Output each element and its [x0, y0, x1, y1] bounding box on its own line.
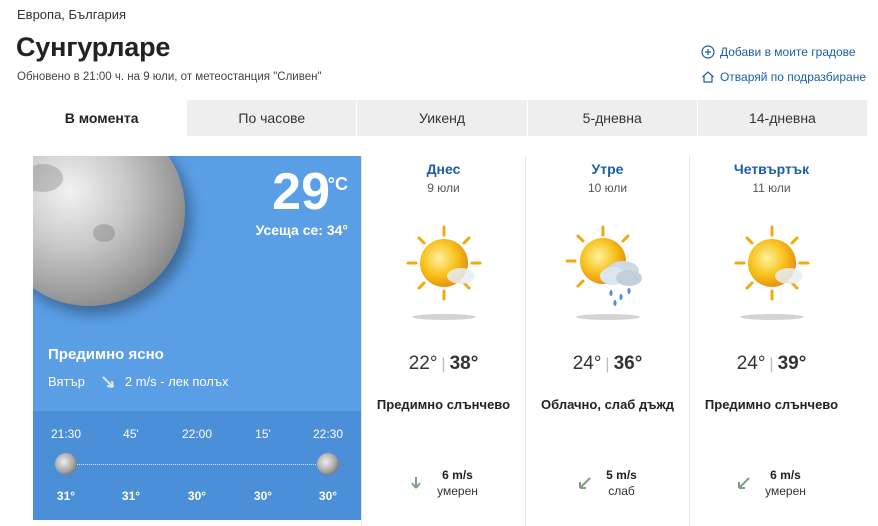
- day-date: 11 юли: [752, 181, 791, 195]
- tab-hourly[interactable]: По часове: [187, 100, 358, 136]
- wind-speed: 6 m/s: [442, 468, 473, 482]
- open-default-link[interactable]: Отваряй по подразбиране: [701, 69, 866, 84]
- sun-partly-cloudy-icon: [734, 225, 809, 320]
- day-temperatures: 24° | 39°: [736, 353, 807, 374]
- hour-time: 45': [123, 427, 139, 441]
- day-name: Четвъртък: [733, 161, 810, 177]
- day-min-temp: 24°: [572, 353, 602, 374]
- add-city-link[interactable]: Добави в моите градове: [701, 44, 866, 59]
- day-forecast-today[interactable]: Днес 9 юли 22° | 38° Предимно слънчево 6…: [361, 156, 525, 526]
- tab-weekend[interactable]: Уикенд: [357, 100, 528, 136]
- forecast-content: 29 °C Усеща се: 34° Предимно ясно Вятър …: [17, 136, 867, 526]
- city-actions: Добави в моите градове Отваряй по подраз…: [701, 44, 866, 94]
- current-wind: Вятър 2 m/s - лек полъх: [48, 374, 229, 389]
- hour-temperature: 30°: [187, 489, 207, 503]
- page-title: Сунгурларе: [16, 32, 171, 62]
- day-name: Днес: [426, 161, 461, 177]
- hourly-strip: 21:30 45' 22:00 15' 22:30 31° 31° 30° 30…: [33, 411, 362, 520]
- wind-description: умерен: [437, 484, 478, 498]
- day-wind: 6 m/s умерен: [362, 468, 525, 498]
- current-weather-top: 29 °C Усеща се: 34° Предимно ясно Вятър …: [33, 156, 362, 411]
- day-date: 10 юли: [587, 181, 628, 195]
- wind-label: Вятър: [48, 374, 85, 389]
- day-condition: Облачно, слаб дъжд: [541, 397, 674, 412]
- day-forecast-tomorrow[interactable]: Утре 10 юли 24° | 36° Облачно, слаб дъжд…: [525, 156, 689, 526]
- temperature-unit: °C: [327, 174, 348, 194]
- day-max-temp: 36°: [613, 353, 643, 374]
- wind-value: 2 m/s - лек полъх: [124, 374, 229, 389]
- hour-time: 22:30: [312, 427, 344, 441]
- day-temperatures: 24° | 36°: [572, 353, 643, 374]
- hourly-timeline: [66, 464, 328, 465]
- hour-temperature: 30°: [318, 489, 338, 503]
- day-wind: 5 m/s слаб: [526, 468, 689, 498]
- hour-temperature: 31°: [121, 489, 141, 503]
- sun-cloud-rain-icon: [565, 225, 642, 320]
- wind-speed: 6 m/s: [770, 468, 801, 482]
- day-temperatures: 22° | 38°: [408, 353, 479, 374]
- day-min-temp: 22°: [408, 353, 438, 374]
- moon-icon: [55, 453, 77, 475]
- wind-arrow-southwest-icon: [579, 477, 591, 489]
- current-temperature: 29: [272, 163, 330, 221]
- day-min-temp: 24°: [736, 353, 766, 374]
- tab-14-day[interactable]: 14-дневна: [698, 100, 867, 136]
- hour-time: 15': [255, 427, 271, 441]
- moon-icon: [33, 156, 185, 306]
- hour-temperature: 30°: [253, 489, 273, 503]
- day-condition: Предимно слънчево: [704, 397, 839, 412]
- tab-5-day[interactable]: 5-дневна: [528, 100, 698, 136]
- forecast-tabs: В момента По часове Уикенд 5-дневна 14-д…: [17, 100, 867, 136]
- hour-time: 21:30: [50, 427, 82, 441]
- wind-description: слаб: [608, 484, 635, 498]
- wind-direction-icon: [102, 375, 114, 388]
- moon-icon: [317, 453, 339, 475]
- day-name: Утре: [591, 161, 624, 177]
- day-forecast-thursday[interactable]: Четвъртък 11 юли 24° | 39° Предимно слън…: [689, 156, 853, 526]
- day-wind: 6 m/s умерен: [690, 468, 853, 498]
- day-max-temp: 38°: [449, 353, 479, 374]
- feels-like-value: 34°: [326, 222, 348, 238]
- home-icon: [702, 70, 714, 83]
- breadcrumb[interactable]: Европа, България: [17, 7, 126, 22]
- feels-like: Усеща се: 34°: [256, 222, 348, 238]
- plus-circle-icon: [701, 44, 715, 59]
- open-default-label: Отваряй по подразбиране: [719, 69, 866, 84]
- sun-partly-cloudy-icon: [406, 225, 481, 320]
- feels-like-label: Усеща се:: [255, 222, 323, 238]
- current-weather-card: 29 °C Усеща се: 34° Предимно ясно Вятър …: [33, 156, 362, 520]
- day-date: 9 юли: [427, 181, 460, 195]
- update-info: Обновено в 21:00 ч. на 9 юли, от метеост…: [17, 71, 322, 83]
- wind-arrow-down-icon: [411, 477, 421, 489]
- wind-description: умерен: [765, 484, 806, 498]
- day-condition: Предимно слънчево: [376, 397, 511, 412]
- wind-speed: 5 m/s: [606, 468, 637, 482]
- hour-temperature: 31°: [56, 489, 76, 503]
- tab-now[interactable]: В момента: [17, 100, 188, 136]
- current-condition: Предимно ясно: [48, 346, 164, 363]
- day-max-temp: 39°: [777, 353, 807, 374]
- hour-time: 22:00: [181, 427, 213, 441]
- add-city-label: Добави в моите градове: [719, 44, 856, 59]
- wind-arrow-southwest-icon: [738, 477, 750, 489]
